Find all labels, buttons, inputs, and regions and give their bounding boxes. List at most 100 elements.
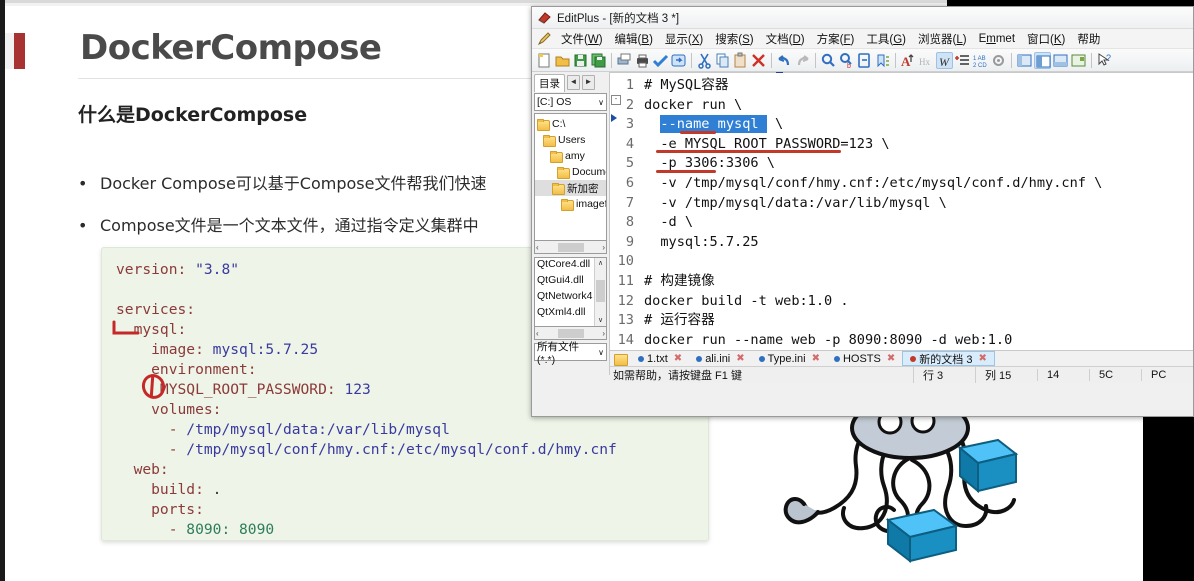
settings-gear-icon[interactable] — [990, 52, 1007, 69]
code-line[interactable]: -v /tmp/mysql/data:/var/lib/mysql \ — [644, 194, 1193, 214]
cut-icon[interactable] — [696, 52, 713, 69]
editor-area[interactable]: |----+----1----+----2----+----3----+----… — [610, 72, 1193, 384]
code-line[interactable]: # MySQL容器 — [644, 76, 1193, 96]
line-number-icon[interactable]: 1 AB 2 CD — [972, 52, 989, 69]
hex-icon[interactable]: Hx — [918, 52, 935, 69]
paste-icon[interactable] — [732, 52, 749, 69]
menu-item-edit[interactable]: 编辑(B) — [609, 30, 659, 48]
toggle-panel-icon[interactable] — [1016, 52, 1033, 69]
toggle-directory-icon[interactable] — [1034, 51, 1051, 69]
code-fold-toggle[interactable]: - — [611, 95, 621, 105]
directory-tree[interactable]: C:\ Users amy Document 新加密 imagefor — [534, 113, 607, 241]
tree-item[interactable]: C:\ — [535, 116, 606, 132]
open-folder-icon[interactable] — [554, 52, 571, 69]
code-line[interactable]: mysql:5.7.25 — [644, 233, 1193, 253]
chevron-right-icon[interactable]: ► — [582, 75, 595, 90]
spellcheck-icon[interactable] — [652, 52, 669, 69]
code-line[interactable]: -d \ — [644, 213, 1193, 233]
scroll-right-icon[interactable]: › — [602, 329, 605, 338]
close-icon[interactable]: ✖ — [887, 353, 895, 364]
delete-icon[interactable] — [750, 52, 767, 69]
new-file-icon[interactable] — [536, 52, 553, 69]
directory-tree-hscrollbar[interactable]: ‹ › — [534, 241, 607, 254]
code-line[interactable]: -v /tmp/mysql/conf/hmy.cnf:/etc/mysql/co… — [644, 174, 1193, 194]
directory-tab[interactable]: 目录 — [534, 73, 565, 92]
undo-icon[interactable] — [776, 52, 793, 69]
document-tab-active[interactable]: 新的文档 3 ✖ — [902, 351, 995, 367]
find-icon[interactable] — [820, 52, 837, 69]
close-icon[interactable]: ✖ — [736, 353, 744, 364]
menu-item-help[interactable]: 帮助 — [1071, 30, 1106, 48]
directory-panel[interactable]: 目录 ◄ ► [C:] OS ∨ C:\ Users amy Docume — [532, 72, 610, 375]
document-tab[interactable]: ali.ini ✖ — [689, 351, 751, 366]
tree-item[interactable]: Users — [535, 132, 606, 148]
code-line[interactable]: # 运行容器 — [644, 311, 1193, 331]
code-lines[interactable]: # MySQL容器 docker run \ --name mysql \ -e… — [611, 73, 1193, 350]
scroll-thumb[interactable] — [557, 242, 584, 252]
redo-icon[interactable] — [794, 52, 811, 69]
print-icon[interactable] — [634, 52, 651, 69]
file-filter-selector[interactable]: 所有文件 (*.*) ∨ — [534, 341, 607, 366]
chevron-left-icon[interactable]: ◄ — [567, 75, 580, 90]
chevron-down-icon[interactable]: ∨ — [598, 98, 604, 107]
code-line-selected[interactable]: --name mysql \ — [644, 115, 1193, 135]
scroll-down-icon[interactable]: ∨ — [595, 315, 606, 326]
goto-icon[interactable] — [856, 52, 873, 69]
close-icon[interactable]: ✖ — [812, 353, 820, 364]
menu-item-search[interactable]: 搜索(S) — [709, 30, 759, 48]
scroll-up-icon[interactable]: ∧ — [595, 258, 606, 269]
scroll-thumb[interactable] — [596, 280, 605, 302]
chevron-down-icon[interactable]: ∨ — [598, 348, 604, 357]
menu-item-file[interactable]: 文件(W) — [555, 30, 609, 48]
document-tab[interactable]: HOSTS ✖ — [827, 351, 902, 366]
bookmark-icon[interactable] — [874, 52, 891, 69]
word-wrap-icon[interactable]: W — [936, 51, 953, 69]
code-editor[interactable]: 1 2 3 4 5 6 7 8 9 10 11 12 13 14 - # MyS… — [610, 73, 1193, 351]
save-icon[interactable] — [572, 52, 589, 69]
menu-item-browser[interactable]: 浏览器(L) — [912, 30, 973, 48]
tree-item[interactable]: Document — [535, 164, 606, 180]
file-list[interactable]: QtCore4.dll QtGui4.dll QtNetwork4 QtXml4… — [534, 257, 607, 327]
close-icon[interactable]: ✖ — [978, 353, 986, 364]
menu-item-window[interactable]: 窗口(K) — [1021, 30, 1071, 48]
replace-icon[interactable]: b — [838, 52, 855, 70]
tree-item[interactable]: imagefor — [535, 196, 606, 212]
close-icon[interactable]: ✖ — [674, 353, 682, 364]
scroll-thumb[interactable] — [557, 328, 584, 338]
tree-item-selected[interactable]: 新加密 — [535, 180, 606, 196]
menu-item-tools[interactable]: 工具(G) — [860, 30, 912, 48]
code-line[interactable]: docker run \ — [644, 96, 1193, 116]
menu-item-view[interactable]: 显示(X) — [659, 30, 709, 48]
browser-preview-icon[interactable] — [670, 52, 687, 69]
document-tab[interactable]: Type.ini ✖ — [752, 351, 827, 366]
menu-item-project[interactable]: 方案(F) — [811, 30, 861, 48]
save-all-icon[interactable] — [590, 52, 607, 69]
toolbar[interactable]: b A Hx W 1 AB 2 CD ? — [532, 49, 1193, 72]
document-tab[interactable]: 1.txt ✖ — [631, 351, 689, 366]
menu-item-emmet[interactable]: Emmet — [973, 32, 1021, 46]
scroll-right-icon[interactable]: › — [602, 243, 605, 252]
file-list-vscrollbar[interactable]: ∧ ∨ — [594, 258, 606, 326]
folder-icon[interactable] — [614, 353, 628, 367]
scroll-left-icon[interactable]: ‹ — [536, 329, 539, 338]
scroll-left-icon[interactable]: ‹ — [536, 243, 539, 252]
help-pointer-icon[interactable]: ? — [1096, 52, 1113, 69]
toggle-output-icon[interactable] — [1052, 52, 1069, 69]
document-tab-bar[interactable]: 1.txt ✖ ali.ini ✖ Type.ini ✖ HOSTS ✖ 新的文… — [610, 350, 1193, 367]
code-line[interactable]: -p 3306:3306 \ — [644, 154, 1193, 174]
tree-item[interactable]: amy — [535, 148, 606, 164]
drive-selector[interactable]: [C:] OS ∨ — [534, 93, 607, 111]
toggle-clip-icon[interactable] — [1070, 52, 1087, 69]
menu-bar[interactable]: 文件(W) 编辑(B) 显示(X) 搜索(S) 文档(D) 方案(F) 工具(G… — [532, 29, 1193, 49]
font-icon[interactable]: A — [900, 52, 917, 69]
code-line[interactable]: docker build -t web:1.0 . — [644, 292, 1193, 312]
code-line[interactable]: # 构建镜像 — [644, 272, 1193, 292]
directory-tab-row[interactable]: 目录 ◄ ► — [534, 73, 607, 92]
editplus-title-bar[interactable]: EditPlus - [新的文档 3 *] — [532, 7, 1193, 29]
code-line[interactable] — [644, 252, 1193, 272]
copy-icon[interactable] — [714, 52, 731, 69]
editplus-window[interactable]: EditPlus - [新的文档 3 *] 文件(W) 编辑(B) 显示(X) … — [531, 6, 1194, 417]
auto-indent-icon[interactable] — [954, 52, 971, 69]
menu-item-document[interactable]: 文档(D) — [760, 30, 811, 48]
print-preview-icon[interactable] — [616, 52, 633, 69]
